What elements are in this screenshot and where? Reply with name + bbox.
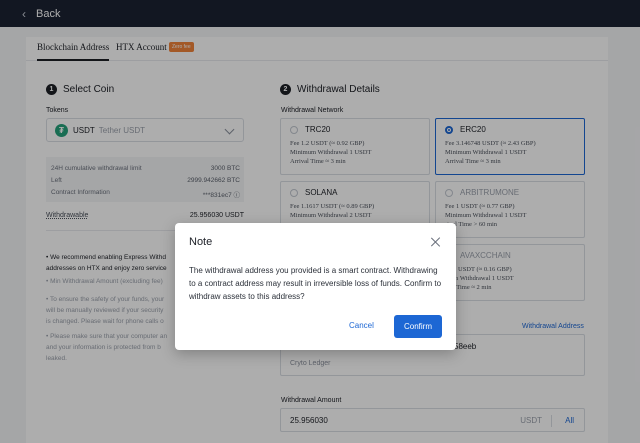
dialog-title: Note: [189, 236, 213, 248]
confirm-button[interactable]: Confirm: [394, 315, 442, 338]
cancel-button[interactable]: Cancel: [349, 321, 374, 330]
close-icon[interactable]: [430, 236, 442, 248]
dialog-message: The withdrawal address you provided is a…: [189, 266, 442, 301]
modal-backdrop[interactable]: [0, 0, 640, 443]
note-dialog: Note The withdrawal address you provided…: [175, 223, 456, 350]
